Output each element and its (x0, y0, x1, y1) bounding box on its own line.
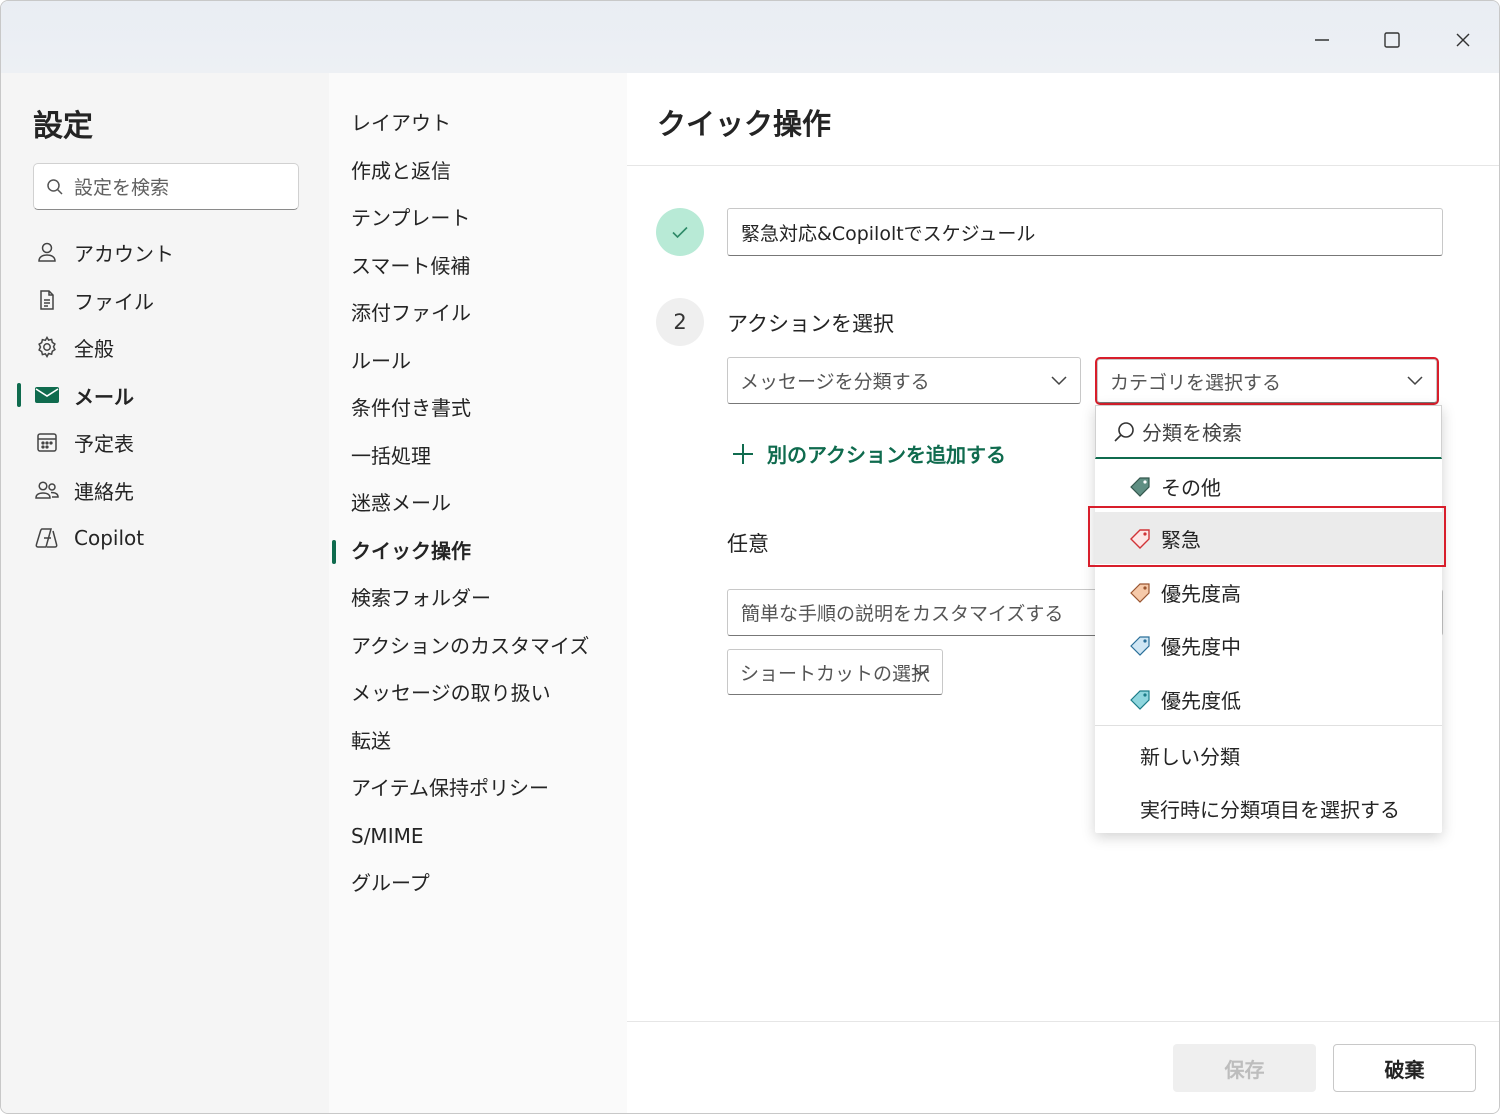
submenu-item-smime[interactable]: S/MIME (351, 820, 423, 852)
chevron-down-icon (913, 667, 929, 677)
new-category-option[interactable]: 新しい分類 (1140, 741, 1240, 770)
settings-search-input[interactable]: 設定を検索 (33, 163, 299, 210)
action-type-value: メッセージを分類する (740, 371, 930, 393)
add-action-label: 別のアクションを追加する (767, 443, 1006, 467)
category-item-high-priority[interactable]: 優先度高 (1095, 566, 1442, 618)
tag-icon (1130, 529, 1150, 549)
document-icon (33, 286, 61, 314)
step-2-badge: 2 (656, 298, 704, 346)
mail-settings-submenu: レイアウト 作成と返信 テンプレート スマート候補 添付ファイル ルール 条件付… (329, 73, 627, 1113)
category-select-value: カテゴリを選択する (1110, 371, 1282, 394)
category-label: その他 (1161, 475, 1221, 500)
submenu-active-indicator (332, 540, 336, 564)
submenu-item-conditional-formatting[interactable]: 条件付き書式 (351, 392, 471, 424)
submenu-item-retention-policies[interactable]: アイテム保持ポリシー (351, 772, 549, 804)
quick-step-name-input[interactable]: 緊急対応&Copiloltでスケジュール (727, 208, 1443, 256)
sidebar-item-label: Copilot (74, 526, 145, 550)
sidebar-item-account[interactable]: アカウント (33, 232, 174, 272)
tag-icon (1130, 690, 1150, 710)
submenu-item-templates[interactable]: テンプレート (351, 202, 470, 234)
submenu-item-forwarding[interactable]: 転送 (351, 725, 391, 757)
category-label: 優先度高 (1161, 581, 1241, 606)
tag-icon (1130, 636, 1150, 656)
active-indicator (17, 383, 21, 407)
add-action-button[interactable]: 別のアクションを追加する (731, 439, 1006, 468)
sidebar-item-label: アカウント (74, 241, 174, 266)
action-type-select[interactable]: メッセージを分類する (727, 357, 1081, 404)
submenu-item-groups[interactable]: グループ (351, 867, 430, 899)
page-title: クイック操作 (657, 107, 832, 141)
category-label: 優先度中 (1161, 634, 1241, 659)
category-item-low-priority[interactable]: 優先度低 (1095, 673, 1442, 725)
step-2-label: アクションを選択 (727, 312, 894, 336)
copilot-icon (33, 524, 61, 552)
step-1-complete-badge (656, 208, 704, 256)
category-search-placeholder: 分類を検索 (1142, 421, 1242, 445)
category-item-medium-priority[interactable]: 優先度中 (1095, 619, 1442, 671)
submenu-item-quick-steps[interactable]: クイック操作 (351, 535, 471, 567)
checkmark-icon (672, 226, 688, 239)
sidebar-item-calendar[interactable]: 予定表 (33, 422, 134, 462)
sidebar-item-contacts[interactable]: 連絡先 (33, 470, 134, 510)
sidebar-item-label: メール (74, 384, 134, 409)
submenu-item-message-handling[interactable]: メッセージの取り扱い (351, 677, 551, 709)
submenu-item-bulk-actions[interactable]: 一括処理 (351, 440, 431, 472)
category-search-input[interactable]: 分類を検索 (1095, 405, 1442, 459)
chevron-down-icon (1051, 375, 1067, 385)
save-button[interactable]: 保存 (1173, 1044, 1316, 1092)
person-icon (33, 238, 61, 266)
menu-divider (1095, 725, 1442, 726)
submenu-item-attachments[interactable]: 添付ファイル (351, 297, 471, 329)
sidebar-item-label: 全般 (74, 336, 114, 361)
sidebar-item-mail[interactable]: メール (33, 375, 134, 415)
mail-icon (33, 381, 61, 409)
gear-icon (33, 333, 61, 361)
sidebar-item-general[interactable]: 全般 (33, 327, 114, 367)
submenu-item-smart-suggestions[interactable]: スマート候補 (351, 250, 470, 282)
category-item-urgent[interactable]: 緊急 (1095, 512, 1442, 564)
divider (627, 1021, 1499, 1022)
submenu-item-customize-actions[interactable]: アクションのカスタマイズ (351, 630, 589, 662)
title-bar (1, 1, 1499, 73)
sidebar-item-label: 連絡先 (74, 479, 134, 504)
calendar-icon (33, 428, 61, 456)
submenu-item-compose-reply[interactable]: 作成と返信 (351, 155, 451, 187)
maximize-icon (1384, 32, 1400, 48)
submenu-item-search-folders[interactable]: 検索フォルダー (351, 582, 491, 614)
category-select[interactable]: カテゴリを選択する (1095, 357, 1439, 405)
shortcut-select-value: ショートカットの選択 (740, 662, 931, 685)
settings-title: 設定 (33, 109, 93, 144)
minimize-button[interactable] (1305, 23, 1339, 57)
settings-search-placeholder: 設定を検索 (74, 177, 170, 199)
select-at-runtime-option[interactable]: 実行時に分類項目を選択する (1140, 794, 1400, 823)
close-button[interactable] (1446, 23, 1480, 57)
search-icon (1114, 421, 1134, 442)
category-label: 優先度低 (1161, 688, 1241, 713)
submenu-item-layout[interactable]: レイアウト (351, 107, 451, 139)
settings-sidebar: 設定 設定を検索 アカウント ファイル 全般 メール 予定表 連絡先 Copil… (1, 73, 329, 1113)
submenu-item-junk-mail[interactable]: 迷惑メール (351, 487, 451, 519)
minimize-icon (1315, 39, 1329, 41)
maximize-button[interactable] (1375, 23, 1409, 57)
settings-window: 設定 設定を検索 アカウント ファイル 全般 メール 予定表 連絡先 Copil… (0, 0, 1500, 1114)
sidebar-item-label: 予定表 (74, 431, 134, 456)
close-icon (1456, 33, 1470, 47)
discard-button[interactable]: 破棄 (1333, 1044, 1476, 1092)
sidebar-item-label: ファイル (74, 289, 154, 314)
search-icon (47, 178, 63, 195)
people-icon (33, 476, 61, 504)
chevron-down-icon (1407, 376, 1423, 386)
category-dropdown-menu: 分類を検索 その他 緊急 優先度高 優先度中 優先度低 新しい分類 実行時に分類… (1095, 405, 1442, 833)
plus-icon (733, 443, 753, 464)
sidebar-item-copilot[interactable]: Copilot (33, 518, 144, 558)
shortcut-select[interactable]: ショートカットの選択 (727, 649, 943, 695)
divider (627, 165, 1499, 166)
category-label: 緊急 (1161, 527, 1201, 552)
sidebar-item-files[interactable]: ファイル (33, 280, 154, 320)
category-item-other[interactable]: その他 (1095, 460, 1442, 512)
submenu-item-rules[interactable]: ルール (351, 345, 411, 377)
tag-icon (1130, 477, 1150, 497)
tag-icon (1130, 583, 1150, 603)
optional-section-label: 任意 (727, 532, 769, 556)
